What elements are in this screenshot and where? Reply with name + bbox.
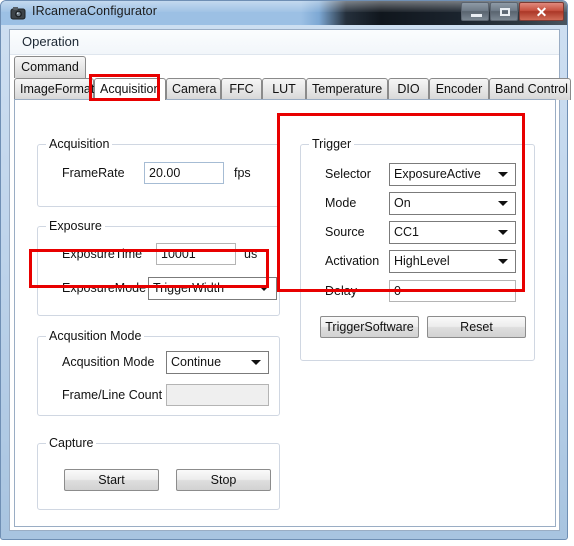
tab-page-acquisition: Acquisition FrameRate 20.00 fps Exposure… [14, 99, 556, 527]
maximize-icon [500, 8, 510, 16]
trigger-mode-label: Mode [325, 196, 357, 210]
tab-acquisition[interactable]: Acquisition [94, 78, 166, 100]
trigger-source-label: Source [325, 225, 365, 239]
window-controls: ✕ [461, 2, 564, 21]
framerate-label: FrameRate [62, 166, 125, 180]
tab-imageformat[interactable]: ImageFormat [14, 78, 94, 100]
trigger-selector-combobox[interactable]: ExposureActive [389, 163, 516, 186]
trigger-mode-value: On [394, 196, 411, 210]
close-icon: ✕ [535, 4, 548, 20]
trigger-selector-label: Selector [325, 167, 371, 181]
chevron-down-icon [498, 230, 508, 235]
title-bar[interactable]: IRcameraConfigurator ✕ [1, 1, 567, 25]
frame-line-count-label: Frame/Line Count [62, 388, 163, 402]
group-acquisition: Acquisition FrameRate 20.00 fps [37, 137, 280, 207]
minimize-button[interactable] [461, 2, 489, 21]
trigger-mode-combobox[interactable]: On [389, 192, 516, 215]
group-acquisition-mode-title: Acqusition Mode [46, 329, 145, 343]
application-window: IRcameraConfigurator ✕ Operation Command… [0, 0, 574, 546]
chevron-down-icon [251, 360, 261, 365]
group-exposure: Exposure ExposureTime 10001 us ExposureM… [37, 219, 280, 316]
group-exposure-title: Exposure [46, 219, 105, 233]
exposuretime-input[interactable]: 10001 [156, 243, 236, 265]
trigger-source-combobox[interactable]: CC1 [389, 221, 516, 244]
tab-lut[interactable]: LUT [262, 78, 306, 100]
group-acquisition-mode: Acqusition Mode Acqusition Mode Continue… [37, 329, 280, 416]
chevron-down-icon [498, 259, 508, 264]
framerate-input[interactable]: 20.00 [144, 162, 224, 184]
frame-line-count-input[interactable] [166, 384, 269, 406]
trigger-delay-label: Delay [325, 284, 357, 298]
tab-dio[interactable]: DIO [388, 78, 429, 100]
trigger-software-button[interactable]: TriggerSoftware [320, 316, 419, 338]
trigger-selector-value: ExposureActive [394, 167, 481, 181]
maximize-button[interactable] [490, 2, 518, 21]
window-title: IRcameraConfigurator [32, 4, 157, 18]
trigger-delay-input[interactable]: 0 [389, 280, 516, 302]
tab-strip: Command ImageFormat Acquisition Camera F… [10, 55, 571, 100]
acq-mode-label: Acqusition Mode [62, 355, 155, 369]
client-area: Operation Command ImageFormat Acquisitio… [9, 29, 571, 531]
group-capture: Capture Start Stop [37, 436, 280, 510]
menu-item-operation[interactable]: Operation [22, 34, 79, 49]
exposuremode-combobox[interactable]: TriggerWidth [148, 277, 277, 300]
start-button[interactable]: Start [64, 469, 159, 491]
chevron-down-icon [498, 201, 508, 206]
menu-bar: Operation [10, 30, 559, 55]
group-trigger: Trigger Selector ExposureActive Mode On … [300, 137, 535, 361]
exposuremode-value: TriggerWidth [153, 281, 225, 295]
camera-icon [10, 5, 27, 21]
acq-mode-combobox[interactable]: Continue [166, 351, 269, 374]
trigger-source-value: CC1 [394, 225, 420, 239]
tab-ffc[interactable]: FFC [221, 78, 262, 100]
chevron-down-icon [498, 172, 508, 177]
group-acquisition-title: Acquisition [46, 137, 113, 151]
tab-command[interactable]: Command [14, 56, 86, 78]
exposuretime-unit-label: us [244, 247, 258, 261]
trigger-activation-combobox[interactable]: HighLevel [389, 250, 516, 273]
tab-encoder[interactable]: Encoder [429, 78, 489, 100]
group-capture-title: Capture [46, 436, 97, 450]
group-trigger-title: Trigger [309, 137, 355, 151]
tab-band-control[interactable]: Band Control [489, 78, 571, 100]
chevron-down-icon [259, 286, 269, 291]
acq-mode-value: Continue [171, 355, 222, 369]
trigger-activation-value: HighLevel [394, 254, 450, 268]
framerate-unit-label: fps [234, 166, 251, 180]
trigger-activation-label: Activation [325, 254, 380, 268]
trigger-reset-button[interactable]: Reset [427, 316, 526, 338]
close-button[interactable]: ✕ [519, 2, 564, 21]
tab-camera[interactable]: Camera [166, 78, 221, 100]
stop-button[interactable]: Stop [176, 469, 271, 491]
exposuremode-label: ExposureMode [62, 281, 147, 295]
tab-temperature[interactable]: Temperature [306, 78, 388, 100]
exposuretime-label: ExposureTime [62, 247, 143, 261]
minimize-icon [471, 14, 482, 17]
